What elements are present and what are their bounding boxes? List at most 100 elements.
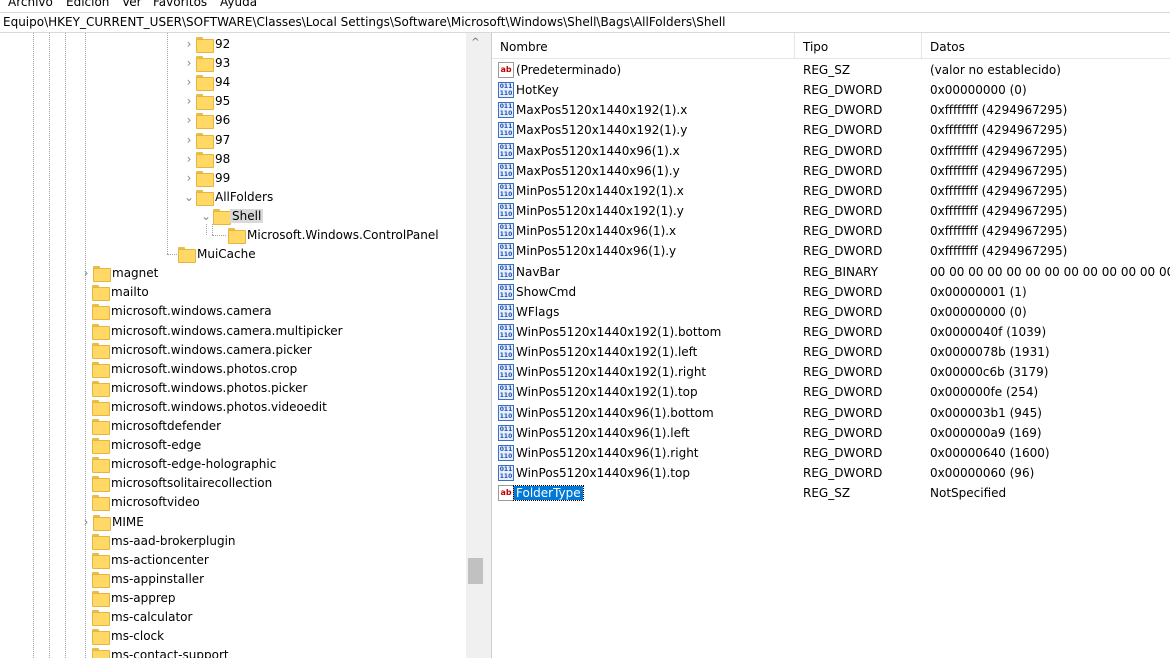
value-row[interactable]: 011 110 WinPos5120x1440x192(1).left REG_DW… — [492, 342, 1170, 362]
scroll-up-icon[interactable]: ^ — [466, 33, 485, 52]
menu-ver[interactable]: Ver — [122, 0, 142, 9]
tree-item[interactable]: microsoft.windows.photos.crop — [0, 360, 466, 379]
chevron-right-icon[interactable]: › — [80, 513, 92, 532]
folder-icon — [92, 495, 110, 512]
tree-pane[interactable]: › 92 › 93 › 94 › 95 › 96 › 97 › 98 › 99 ⌄ AllFolders ⌄ Shel… — [0, 33, 485, 658]
tree-item[interactable]: microsoftdefender — [0, 417, 466, 436]
tree-item[interactable]: microsoft.windows.photos.picker — [0, 379, 466, 398]
tree-item[interactable]: › 97 — [0, 131, 466, 150]
tree-item[interactable]: › MIME — [0, 513, 466, 532]
folder-icon — [178, 247, 196, 264]
folder-icon — [92, 304, 110, 321]
chevron-right-icon[interactable]: › — [183, 169, 195, 188]
value-type: REG_BINARY — [803, 264, 879, 279]
tree-item[interactable]: microsoft-edge — [0, 436, 466, 455]
tree-item[interactable]: › 94 — [0, 73, 466, 92]
value-row[interactable]: 011 110 HotKey REG_DWORD 0x00000000 (0) — [492, 80, 1170, 100]
column-header-datos[interactable]: Datos — [930, 40, 965, 54]
chevron-right-icon[interactable]: › — [183, 92, 195, 111]
chevron-right-icon[interactable]: › — [80, 264, 92, 283]
tree-item[interactable]: ⌄ Shell — [0, 207, 466, 226]
tree-item[interactable]: ms-calculator — [0, 608, 466, 627]
value-row[interactable]: 011 110 MinPos5120x1440x192(1).y REG_DWORD… — [492, 201, 1170, 221]
value-row[interactable]: 011 110 WinPos5120x1440x96(1).left REG_DWO… — [492, 423, 1170, 443]
tree-item[interactable]: Microsoft.Windows.ControlPanel — [0, 226, 466, 245]
tree-item[interactable]: MuiCache — [0, 245, 466, 264]
column-separator[interactable] — [794, 33, 795, 59]
tree-item[interactable]: microsoft.windows.camera.picker — [0, 341, 466, 360]
chevron-down-icon[interactable]: ⌄ — [200, 207, 212, 226]
chevron-right-icon[interactable]: › — [183, 35, 195, 54]
value-row[interactable]: 011 110 MaxPos5120x1440x96(1).y REG_DWORD 0… — [492, 161, 1170, 181]
tree-scrollbar[interactable]: ^ — [466, 33, 485, 658]
pane-splitter[interactable] — [485, 33, 492, 658]
tree-item[interactable]: microsoft.windows.photos.videoedit — [0, 398, 466, 417]
tree-item-label: 94 — [215, 75, 231, 90]
column-separator[interactable] — [921, 33, 922, 59]
tree-item[interactable]: mailto — [0, 283, 466, 302]
value-row[interactable]: 011 110 WinPos5120x1440x192(1).bottom REG_… — [492, 322, 1170, 342]
tree-item-label: microsoft.windows.camera — [111, 304, 272, 319]
menu-favoritos[interactable]: Favoritos — [153, 0, 207, 9]
tree-item[interactable]: ms-apprep — [0, 589, 466, 608]
tree-item[interactable]: › 98 — [0, 150, 466, 169]
menu-ayuda[interactable]: Ayuda — [220, 0, 257, 9]
value-row[interactable]: 011 110 WinPos5120x1440x96(1).top REG_DWOR… — [492, 463, 1170, 483]
tree-item[interactable]: ms-actioncenter — [0, 551, 466, 570]
tree-item[interactable]: › 95 — [0, 92, 466, 111]
tree-item[interactable]: ⌄ AllFolders — [0, 188, 466, 207]
chevron-right-icon[interactable]: › — [183, 131, 195, 150]
chevron-right-icon[interactable]: › — [183, 150, 195, 169]
value-row[interactable]: ab (Predeterminado) REG_SZ (valor no establ… — [492, 60, 1170, 80]
chevron-right-icon[interactable]: › — [183, 54, 195, 73]
scroll-thumb[interactable] — [468, 558, 483, 584]
value-row[interactable]: 011 110 MaxPos5120x1440x192(1).y REG_DWORD… — [492, 120, 1170, 140]
value-row[interactable]: 011 110 WFlags REG_DWORD 0x00000000 (0) — [492, 302, 1170, 322]
tree-item[interactable]: › 99 — [0, 169, 466, 188]
tree-item-label: microsoft.windows.photos.picker — [111, 380, 308, 395]
tree-item[interactable]: microsoft.windows.camera — [0, 302, 466, 321]
tree-item[interactable]: › magnet — [0, 264, 466, 283]
value-row[interactable]: 011 110 WinPos5120x1440x96(1).right REG_DW… — [492, 443, 1170, 463]
string-value-icon: ab — [498, 62, 514, 78]
value-type: REG_DWORD — [803, 425, 883, 440]
chevron-down-icon[interactable]: ⌄ — [183, 188, 195, 207]
value-row[interactable]: ab FolderType REG_SZ NotSpecified — [492, 483, 1170, 503]
address-bar[interactable]: Equipo\HKEY_CURRENT_USER\SOFTWARE\Classe… — [0, 12, 1170, 33]
value-row[interactable]: 011 110 WinPos5120x1440x96(1).bottom REG_D… — [492, 403, 1170, 423]
tree-item[interactable]: › 96 — [0, 111, 466, 130]
tree-item[interactable]: microsoft-edge-holographic — [0, 455, 466, 474]
tree-item[interactable]: ms-aad-brokerplugin — [0, 532, 466, 551]
menu-edicion[interactable]: Edición — [66, 0, 109, 9]
value-row[interactable]: 011 110 WinPos5120x1440x192(1).right REG_D… — [492, 362, 1170, 382]
tree-item[interactable]: ms-clock — [0, 627, 466, 646]
tree-item[interactable]: microsoftvideo — [0, 493, 466, 512]
value-row[interactable]: 011 110 MaxPos5120x1440x96(1).x REG_DWORD 0… — [492, 141, 1170, 161]
tree-item[interactable]: ms-appinstaller — [0, 570, 466, 589]
tree-item[interactable]: › 93 — [0, 54, 466, 73]
value-row[interactable]: 011 110 MinPos5120x1440x192(1).x REG_DWORD… — [492, 181, 1170, 201]
value-data: 0x0000040f (1039) — [930, 324, 1047, 339]
value-row[interactable]: 011 110 MaxPos5120x1440x192(1).x REG_DWORD… — [492, 100, 1170, 120]
value-type: REG_SZ — [803, 486, 851, 501]
chevron-right-icon[interactable]: › — [183, 73, 195, 92]
tree-item-label: ms-aad-brokerplugin — [111, 533, 236, 548]
value-data: 0x00000000 (0) — [930, 83, 1027, 98]
value-row[interactable]: 011 110 MinPos5120x1440x96(1).y REG_DWORD 0… — [492, 241, 1170, 261]
values-list[interactable]: Nombre Tipo Datos ab (Predeterminado) REG_… — [492, 33, 1170, 658]
tree-item[interactable]: ms-contact-support — [0, 646, 466, 658]
column-header-tipo[interactable]: Tipo — [803, 40, 828, 54]
value-row[interactable]: 011 110 ShowCmd REG_DWORD 0x00000001 (1) — [492, 282, 1170, 302]
tree-item[interactable]: microsoft.windows.camera.multipicker — [0, 322, 466, 341]
tree-item-label: ms-clock — [111, 629, 165, 644]
tree-item-label: AllFolders — [215, 189, 274, 204]
chevron-right-icon[interactable]: › — [183, 111, 195, 130]
column-header-nombre[interactable]: Nombre — [500, 40, 548, 54]
tree-item[interactable]: microsoftsolitairecollection — [0, 474, 466, 493]
value-name: MaxPos5120x1440x96(1).y — [516, 163, 680, 178]
value-row[interactable]: 011 110 WinPos5120x1440x192(1).top REG_DWO… — [492, 382, 1170, 402]
tree-item[interactable]: › 92 — [0, 35, 466, 54]
menu-archivo[interactable]: Archivo — [8, 0, 53, 9]
value-row[interactable]: 011 110 MinPos5120x1440x96(1).x REG_DWORD 0… — [492, 221, 1170, 241]
value-row[interactable]: 011 110 NavBar REG_BINARY 00 00 00 00 00 00… — [492, 262, 1170, 282]
